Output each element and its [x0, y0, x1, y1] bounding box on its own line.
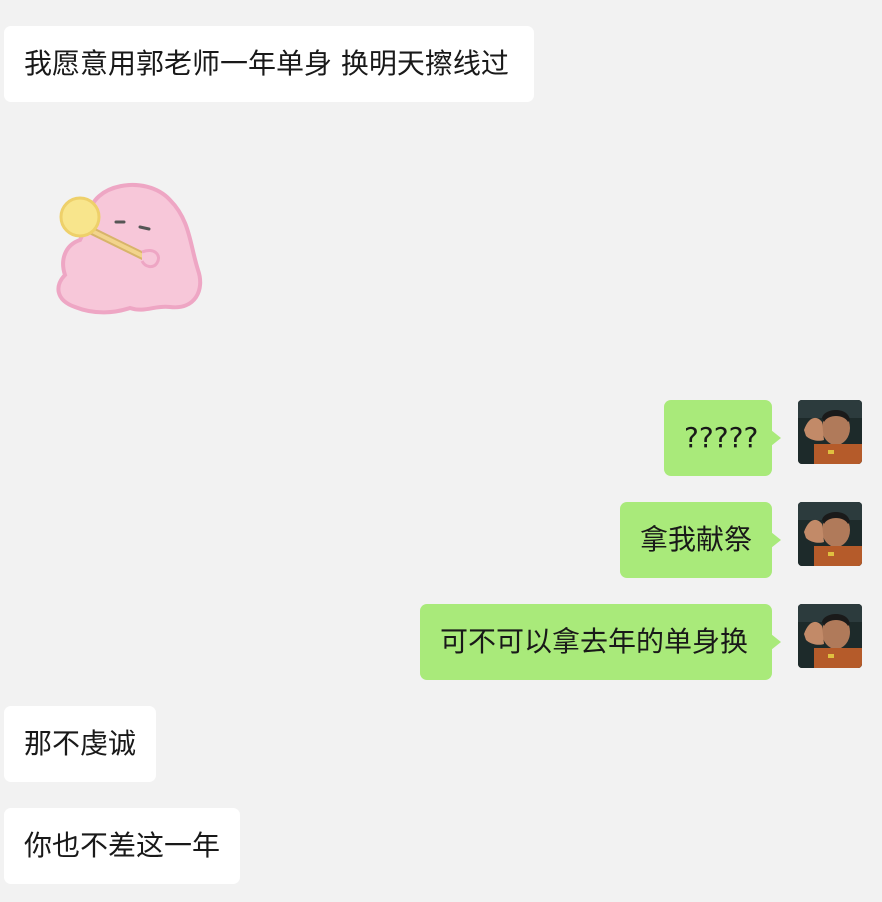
message-text: 我愿意用郭老师一年单身 换明天擦线过 [24, 47, 509, 80]
pink-blob-sticker[interactable] [50, 175, 210, 320]
man-covering-ear-icon [798, 604, 862, 668]
man-covering-ear-icon [798, 502, 862, 566]
incoming-message-bubble[interactable]: 你也不差这一年 [4, 808, 240, 884]
message-text: 那不虔诚 [24, 727, 137, 760]
message-text: ????? [684, 421, 759, 454]
pink-blob-lollipop-icon [56, 183, 203, 315]
self-avatar[interactable] [798, 400, 862, 464]
self-avatar[interactable] [798, 502, 862, 566]
incoming-message-bubble[interactable]: 我愿意用郭老师一年单身 换明天擦线过 [4, 26, 534, 102]
self-avatar[interactable] [798, 604, 862, 668]
message-text: 你也不差这一年 [24, 829, 221, 862]
man-covering-ear-icon [798, 400, 862, 464]
incoming-message-bubble[interactable]: 那不虔诚 [4, 706, 156, 782]
outgoing-message-bubble[interactable]: 拿我献祭 [620, 502, 781, 578]
message-text: 拿我献祭 [640, 523, 753, 556]
outgoing-message-bubble[interactable]: 可不可以拿去年的单身换 [420, 604, 781, 680]
outgoing-message-bubble[interactable]: ????? [664, 400, 781, 476]
message-text: 可不可以拿去年的单身换 [440, 625, 749, 658]
